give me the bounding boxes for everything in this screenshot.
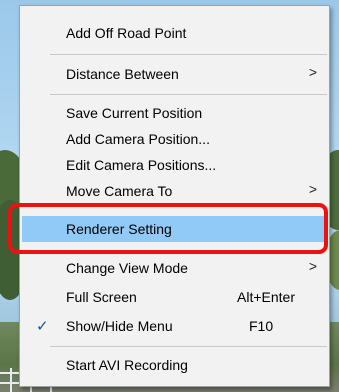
menu-item-distance-between[interactable]: Distance Between > (22, 61, 327, 87)
menu-item-label: Full Screen (66, 289, 137, 305)
menu-item-label: Start AVI Recording (66, 357, 188, 373)
chevron-right-icon: > (308, 258, 317, 274)
menu-item-label: Add Camera Position... (66, 131, 210, 147)
menu-item-edit-camera-positions[interactable]: Edit Camera Positions... (22, 152, 327, 178)
menu-separator (50, 346, 327, 347)
menu-item-label: Distance Between (66, 66, 179, 82)
menu-item-label: Save Current Position (66, 105, 203, 121)
menu-item-renderer-setting[interactable]: Renderer Setting (22, 216, 327, 242)
menu-item-label: Add Off Road Point (66, 25, 187, 41)
menu-item-label: Renderer Setting (66, 221, 172, 237)
menu-item-move-camera-to[interactable]: Move Camera To > (22, 178, 327, 204)
menu-item-change-view-mode[interactable]: Change View Mode > (22, 255, 327, 281)
menu-item-shortcut: F10 (249, 318, 274, 334)
checkmark-icon: ✓ (36, 318, 49, 335)
menu-item-shortcut: Alt+Enter (237, 289, 295, 305)
menu-item-add-camera-position[interactable]: Add Camera Position... (22, 126, 327, 152)
menu-item-full-screen[interactable]: Full Screen Alt+Enter (22, 284, 327, 310)
context-menu: Add Off Road Point Distance Between > Sa… (19, 5, 330, 387)
menu-item-add-off-road-point[interactable]: Add Off Road Point (22, 20, 327, 46)
menu-item-show-hide-menu[interactable]: ✓ Show/Hide Menu F10 (22, 313, 327, 339)
fence-post (10, 368, 12, 392)
menu-item-save-current-position[interactable]: Save Current Position (22, 100, 327, 126)
menu-item-label: Edit Camera Positions... (66, 157, 217, 173)
menu-separator (50, 94, 327, 95)
chevron-right-icon: > (308, 64, 317, 80)
menu-item-label: Change View Mode (66, 260, 188, 276)
menu-item-label: Move Camera To (66, 183, 173, 199)
menu-item-start-avi-recording[interactable]: Start AVI Recording (22, 352, 327, 378)
menu-item-label: Show/Hide Menu (66, 318, 173, 334)
chevron-right-icon: > (308, 181, 317, 197)
menu-separator (50, 54, 327, 55)
